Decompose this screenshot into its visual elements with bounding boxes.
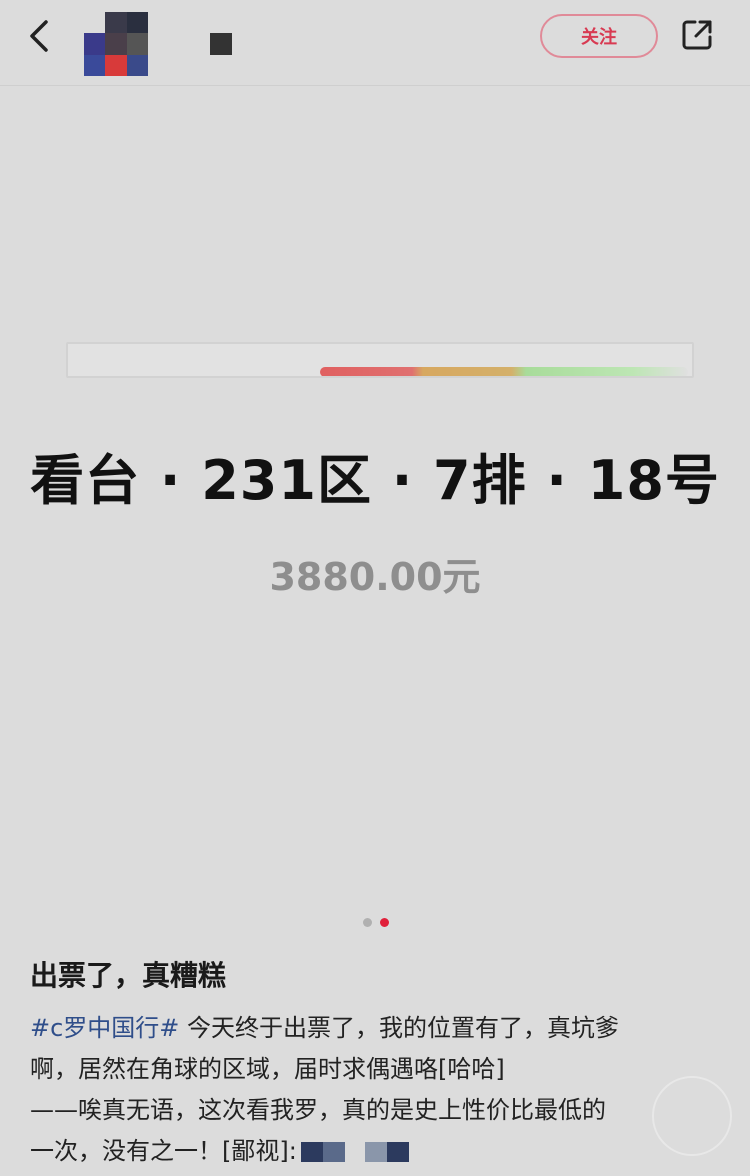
follow-button[interactable]: 关注 bbox=[540, 14, 658, 58]
seat-zone-gradient bbox=[320, 367, 688, 376]
seat-info: 看台 · 231区 · 7排 · 18号 bbox=[30, 449, 720, 512]
redacted-mosaic bbox=[322, 1142, 345, 1162]
post-line-4: 一次，没有之一！[鄙视]: bbox=[30, 1131, 730, 1172]
share-button[interactable] bbox=[676, 14, 718, 56]
watermark bbox=[652, 1076, 732, 1156]
redacted-mosaic bbox=[344, 1142, 365, 1162]
seat-indicator-bar bbox=[66, 342, 694, 378]
top-bar: 关注 bbox=[0, 0, 750, 86]
page-dot-1[interactable] bbox=[363, 918, 372, 927]
post-line-1: #c罗中国行# 今天终于出票了，我的位置有了，真坑爹 bbox=[30, 1008, 730, 1049]
page-dot-2[interactable] bbox=[380, 918, 389, 927]
hashtag-link[interactable]: #c罗中国行# bbox=[30, 1014, 179, 1042]
post-line-2: 啊，居然在角球的区域，届时求偶遇咯[哈哈] bbox=[30, 1055, 505, 1083]
chevron-left-icon bbox=[30, 20, 48, 52]
redacted-mosaic bbox=[386, 1142, 409, 1162]
post-line-4-text: 一次，没有之一！[鄙视]: bbox=[30, 1137, 297, 1165]
back-button[interactable] bbox=[18, 14, 58, 58]
avatar[interactable] bbox=[84, 12, 148, 76]
ticket-price: 3880.00元 bbox=[269, 555, 481, 599]
carousel-pagination bbox=[363, 918, 389, 928]
share-external-icon bbox=[682, 20, 712, 50]
post-body: #c罗中国行# 今天终于出票了，我的位置有了，真坑爹 啊，居然在角球的区域，届时… bbox=[30, 1008, 730, 1172]
redacted-mosaic bbox=[364, 1142, 387, 1162]
post-line-1-text: 今天终于出票了，我的位置有了，真坑爹 bbox=[179, 1014, 620, 1042]
username-redacted bbox=[210, 33, 232, 55]
post-line-3: ——唉真无语，这次看我罗，真的是史上性价比最低的 bbox=[30, 1096, 606, 1124]
redacted-mosaic bbox=[300, 1142, 323, 1162]
post-title: 出票了，真糟糕 bbox=[30, 959, 227, 992]
